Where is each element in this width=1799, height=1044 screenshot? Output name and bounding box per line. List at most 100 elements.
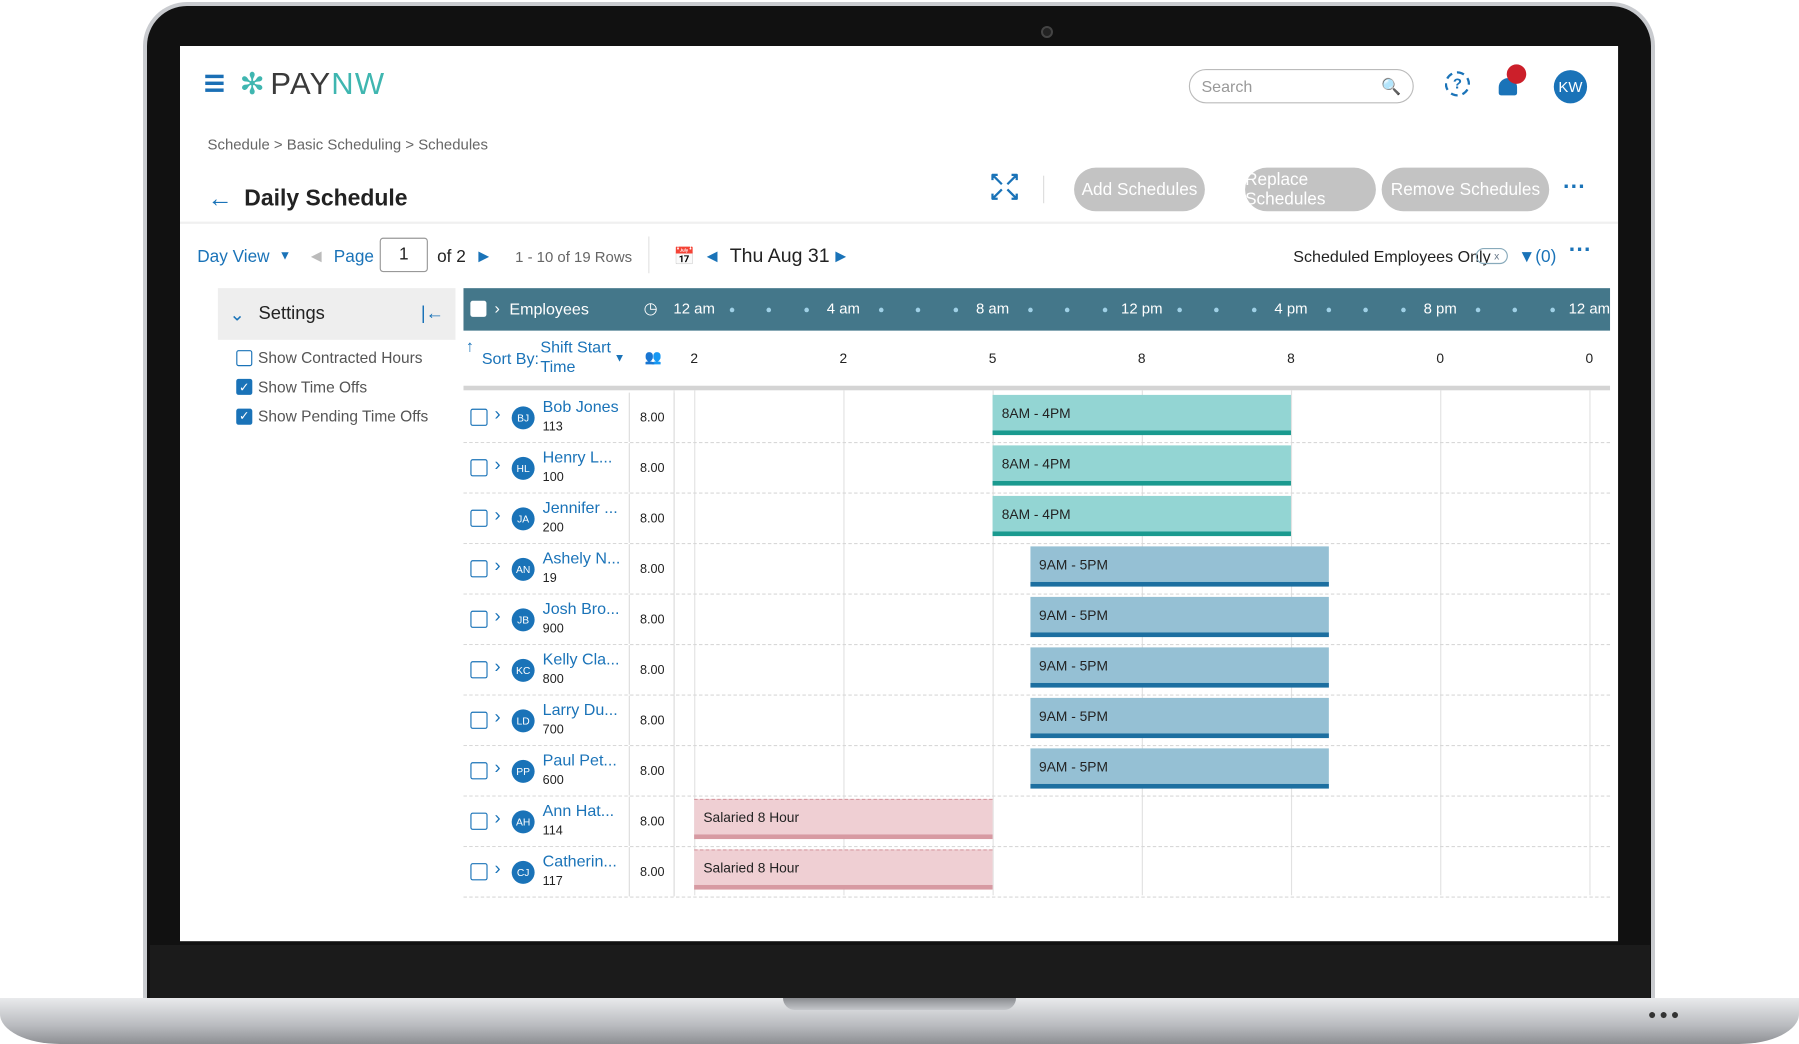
help-icon[interactable]: ? bbox=[1444, 71, 1471, 97]
row-checkbox[interactable] bbox=[470, 762, 488, 780]
filter-button[interactable]: ▼ (0) bbox=[1518, 241, 1556, 271]
clock-sum-icon: ◷ bbox=[643, 298, 658, 317]
laptop-indicator-lights: ●●● bbox=[1648, 1006, 1683, 1022]
search-placeholder: Search bbox=[1201, 76, 1253, 96]
shift-bar[interactable]: 9AM - 5PM bbox=[1029, 546, 1329, 587]
select-all-checkbox[interactable] bbox=[470, 300, 487, 317]
sort-direction-icon[interactable]: ↑ bbox=[466, 336, 474, 354]
settings-panel-header[interactable]: ⌄ Settings |← bbox=[217, 288, 456, 340]
checkbox[interactable]: ✓ bbox=[236, 378, 253, 395]
employee-name-link[interactable]: Kelly Cla... bbox=[543, 650, 620, 668]
employee-name-link[interactable]: Catherin... bbox=[543, 852, 617, 870]
shift-bar[interactable]: 8AM - 4PM bbox=[992, 445, 1291, 486]
scheduled-count: 2 bbox=[690, 350, 699, 367]
shift-bar[interactable]: 8AM - 4PM bbox=[992, 394, 1291, 436]
row-checkbox[interactable] bbox=[470, 408, 488, 426]
time-tick-label: 8 am bbox=[975, 299, 1010, 317]
expand-row-chevron-icon[interactable]: › bbox=[494, 405, 500, 426]
settings-option-label: Show Pending Time Offs bbox=[258, 407, 429, 425]
expand-row-chevron-icon[interactable]: › bbox=[494, 658, 500, 679]
scheduled-hours: 8.00 bbox=[631, 443, 675, 493]
employee-name-link[interactable]: Larry Du... bbox=[543, 700, 618, 718]
user-avatar[interactable]: KW bbox=[1553, 70, 1588, 104]
shift-bar[interactable]: Salaried 8 Hour bbox=[694, 849, 993, 890]
expand-row-chevron-icon[interactable]: › bbox=[494, 759, 500, 780]
menu-icon[interactable] bbox=[205, 74, 224, 93]
next-page-icon[interactable]: ▶ bbox=[478, 241, 489, 271]
employee-name-link[interactable]: Ann Hat... bbox=[543, 801, 614, 819]
row-checkbox[interactable] bbox=[470, 459, 488, 477]
shift-bar[interactable]: 9AM - 5PM bbox=[1029, 596, 1329, 638]
more-actions-icon[interactable]: ··· bbox=[1563, 175, 1586, 201]
remove-schedules-button[interactable]: Remove Schedules bbox=[1381, 167, 1550, 212]
expand-row-chevron-icon[interactable]: › bbox=[494, 607, 500, 628]
settings-option[interactable]: Show Contracted Hours bbox=[236, 349, 423, 366]
chevron-down-icon: ⌄ bbox=[229, 304, 245, 325]
employee-name-link[interactable]: Jennifer ... bbox=[543, 498, 618, 516]
back-arrow-icon[interactable]: ← bbox=[208, 184, 233, 214]
employee-id: 114 bbox=[542, 824, 563, 838]
view-dropdown[interactable]: Day View ▼ bbox=[197, 241, 291, 271]
shift-bar[interactable]: Salaried 8 Hour bbox=[694, 798, 993, 840]
breadcrumb[interactable]: Schedule > Basic Scheduling > Schedules bbox=[208, 136, 488, 153]
hour-dot bbox=[952, 307, 958, 313]
shift-bar[interactable]: 9AM - 5PM bbox=[1029, 748, 1329, 789]
employee-name-link[interactable]: Ashely N... bbox=[543, 549, 621, 567]
hour-dot bbox=[1325, 307, 1331, 313]
expand-row-chevron-icon[interactable]: › bbox=[494, 557, 500, 578]
next-date-icon[interactable]: ▶ bbox=[835, 241, 846, 271]
logo[interactable]: ✻ PAY NW bbox=[240, 67, 386, 103]
time-tick-label: 4 pm bbox=[1274, 299, 1308, 317]
hour-dot bbox=[1363, 307, 1368, 313]
row-checkbox[interactable] bbox=[470, 560, 488, 578]
shift-bar[interactable]: 9AM - 5PM bbox=[1029, 647, 1329, 688]
add-schedules-button[interactable]: Add Schedules bbox=[1074, 167, 1205, 212]
employee-id: 113 bbox=[542, 420, 563, 434]
collapse-panel-icon[interactable]: |← bbox=[421, 304, 444, 325]
expand-row-chevron-icon[interactable]: › bbox=[494, 456, 500, 477]
row-checkbox[interactable] bbox=[470, 661, 488, 679]
employee-cell: › BJ Bob Jones 113 bbox=[463, 392, 630, 442]
employee-name-link[interactable]: Paul Pet... bbox=[543, 751, 617, 769]
expand-row-chevron-icon[interactable]: › bbox=[494, 506, 500, 527]
row-checkbox[interactable] bbox=[470, 711, 488, 729]
header-separator bbox=[463, 385, 1611, 391]
notification-bell-icon[interactable] bbox=[1498, 64, 1527, 99]
checkbox[interactable] bbox=[236, 349, 253, 366]
employee-name-link[interactable]: Henry L... bbox=[543, 448, 613, 466]
page-input[interactable]: 1 bbox=[379, 237, 428, 273]
shift-bar[interactable]: 9AM - 5PM bbox=[1029, 697, 1329, 739]
sort-field-dropdown[interactable]: Shift Start Time bbox=[540, 338, 616, 377]
expand-icon[interactable]: ↖↗ ↙↘ bbox=[989, 171, 1020, 204]
hour-dot bbox=[1251, 307, 1256, 313]
expand-row-chevron-icon[interactable]: › bbox=[494, 809, 500, 830]
employee-name-link[interactable]: Bob Jones bbox=[543, 397, 619, 415]
search-input[interactable]: Search 🔍 bbox=[1188, 68, 1414, 104]
row-checkbox[interactable] bbox=[470, 863, 488, 881]
employee-id: 700 bbox=[542, 723, 564, 737]
row-checkbox[interactable] bbox=[470, 509, 488, 527]
scheduled-only-toggle[interactable]: x bbox=[1475, 247, 1508, 265]
employee-avatar: LD bbox=[511, 709, 535, 733]
timeline-header: › Employees ◷ 12 am 4 am 8 am 12 pm 4 pm 8 pm… bbox=[463, 288, 1610, 331]
settings-option[interactable]: ✓ Show Time Offs bbox=[236, 378, 367, 395]
expand-row-chevron-icon[interactable]: › bbox=[494, 708, 500, 729]
employee-avatar: BJ bbox=[511, 406, 535, 430]
sort-caret-icon[interactable]: ▼ bbox=[614, 352, 625, 365]
scheduled-count: 0 bbox=[1585, 350, 1594, 367]
more-options-icon[interactable]: ··· bbox=[1569, 238, 1592, 264]
employee-name-link[interactable]: Josh Bro... bbox=[543, 599, 620, 617]
employees-header[interactable]: Employees bbox=[509, 300, 588, 318]
row-checkbox[interactable] bbox=[470, 812, 488, 830]
checkbox[interactable]: ✓ bbox=[236, 408, 253, 425]
scheduled-count: 5 bbox=[988, 350, 997, 367]
row-checkbox[interactable] bbox=[470, 610, 488, 628]
shift-bar[interactable]: 8AM - 4PM bbox=[992, 495, 1291, 537]
prev-date-icon[interactable]: ◀ bbox=[707, 241, 718, 271]
calendar-icon[interactable]: 📅 bbox=[674, 241, 695, 271]
settings-option[interactable]: ✓ Show Pending Time Offs bbox=[236, 408, 428, 425]
expand-row-chevron-icon[interactable]: › bbox=[494, 860, 500, 881]
expand-all-chevron-icon[interactable]: › bbox=[494, 298, 499, 316]
prev-page-icon[interactable]: ◀ bbox=[311, 241, 322, 271]
replace-schedules-button[interactable]: Replace Schedules bbox=[1245, 167, 1376, 212]
